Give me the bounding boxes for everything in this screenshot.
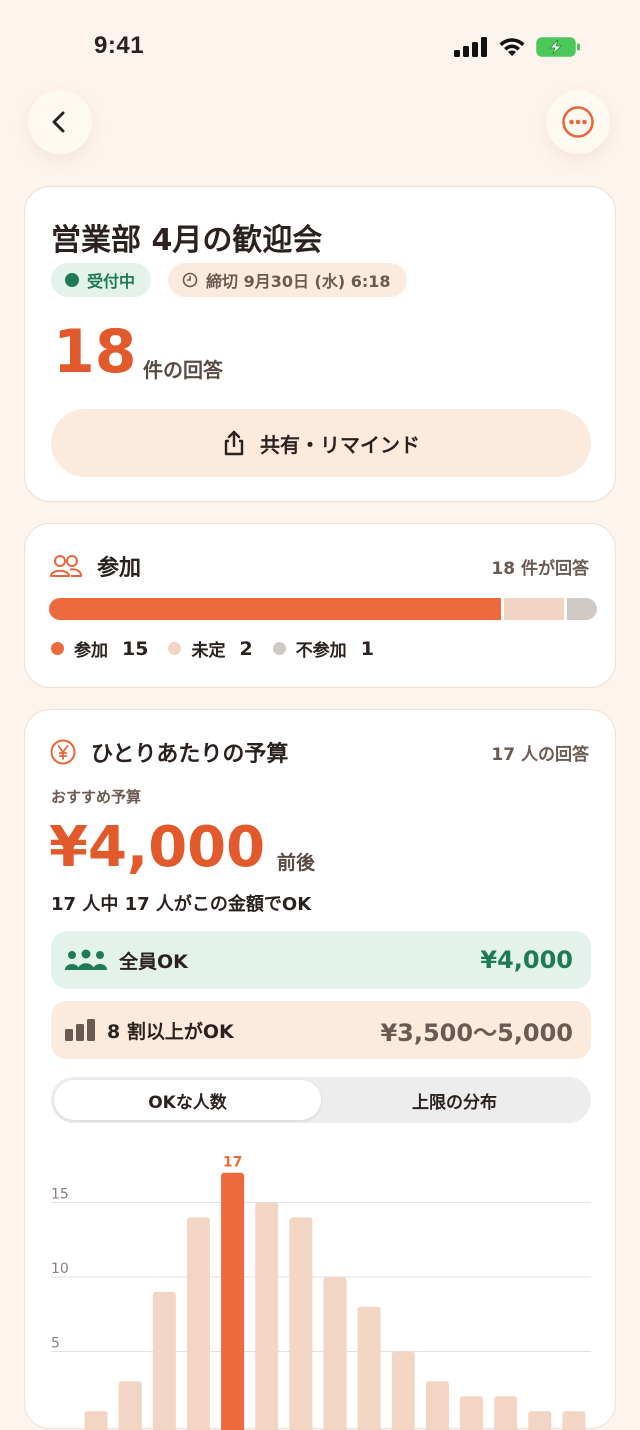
chevron-left-icon [48,110,72,134]
chart-bar[interactable] [460,1396,483,1430]
yen-icon [49,738,77,766]
status-icons [454,36,582,58]
bar-chart-icon [63,1018,97,1042]
response-count-label: 件の回答 [143,354,223,383]
share-remind-button[interactable]: 共有・リマインド [51,409,591,477]
legend-dot [51,642,64,655]
event-title: 営業部 4月の歓迎会 [51,215,322,259]
status-bar: 9:41 [0,0,640,90]
people-icon [49,554,83,578]
all-ok-row: 全員OK ¥4,000 [51,931,591,989]
budget-card: ひとりあたりの予算 17 人の回答 おすすめ予算 ¥4,000 前後 17 人中… [24,709,616,1429]
legend-label: 不参加 [296,636,347,661]
signal-icon [454,37,488,57]
y-tick-label: 5 [51,1336,60,1352]
budget-title: ひとりあたりの予算 [91,736,288,768]
chart-bar[interactable] [392,1352,415,1430]
attendance-bar-segment [49,598,501,620]
group-icon [63,948,109,972]
legend-label: 未定 [191,636,225,661]
legend-label: 参加 [74,636,108,661]
attendance-legend: 参加 15 未定 2 不参加 1 [51,636,374,661]
attendance-title: 参加 [97,550,141,582]
chart-tab-switch: OKな人数 上限の分布 [51,1077,591,1123]
legend-dot [273,642,286,655]
legend-absent: 不参加 1 [273,636,374,661]
back-button[interactable] [28,90,92,154]
battery-icon [536,36,582,58]
chart-bar[interactable] [187,1217,210,1430]
more-icon [561,105,595,139]
tab-limit-distribution[interactable]: 上限の分布 [321,1080,588,1120]
chart-bar[interactable] [528,1411,551,1430]
chart-bar-highlight[interactable] [221,1173,244,1430]
chart-bar[interactable] [358,1307,381,1430]
tab-ok-count[interactable]: OKな人数 [54,1080,321,1120]
recommend-label: おすすめ予算 [51,786,141,807]
deadline-badge: 締切 9月30日 (水) 6:18 [168,263,407,297]
share-icon [222,430,246,456]
status-badge: 受付中 [51,263,151,297]
chart-bar[interactable] [562,1411,585,1430]
legend-value: 15 [122,638,148,660]
legend-value: 2 [239,638,252,660]
event-summary-card: 営業部 4月の歓迎会 受付中 締切 9月30日 (水) 6:18 18 件の回答… [24,186,616,502]
chart-bar[interactable] [324,1277,347,1430]
deadline-label: 締切 9月30日 (水) 6:18 [206,268,391,292]
more-options-button[interactable] [546,90,610,154]
clock-icon [182,272,198,288]
y-tick-label: 10 [51,1261,69,1277]
wifi-icon [498,37,526,57]
legend-value: 1 [361,638,374,660]
y-tick-label: 15 [51,1187,69,1203]
eighty-percent-row: 8 割以上がOK ¥3,500〜5,000 [51,1001,591,1059]
all-ok-value: ¥4,000 [480,946,573,974]
attendance-header: 参加 [49,550,141,582]
attendance-card[interactable]: 参加 18 件が回答 参加 15 未定 2 不参加 1 [24,523,616,688]
recommend-suffix: 前後 [277,848,315,875]
status-time: 9:41 [94,32,144,60]
status-dot-icon [65,273,79,287]
attendance-response-count: 18 件が回答 [491,554,589,579]
attendance-bar [49,598,597,620]
all-ok-label: 全員OK [119,947,480,974]
chart-bar[interactable] [153,1292,176,1430]
eighty-percent-value: ¥3,500〜5,000 [380,1013,573,1048]
budget-bar-chart: 5 10 15 17 [25,1120,617,1430]
attendance-bar-segment [504,598,564,620]
chart-highlight-label: 17 [223,1155,242,1171]
attendance-bar-segment [567,598,597,620]
eighty-percent-label: 8 割以上がOK [107,1017,380,1044]
legend-undecided: 未定 2 [168,636,252,661]
recommend-value: ¥4,000 [49,814,265,882]
legend-dot [168,642,181,655]
chart-bar[interactable] [289,1217,312,1430]
chart-bar[interactable] [426,1381,449,1430]
response-count: 18 [53,317,137,387]
recommend-note: 17 人中 17 人がこの金額でOK [51,890,311,916]
budget-header: ひとりあたりの予算 [49,736,288,768]
chart-bar[interactable] [119,1381,142,1430]
legend-attend: 参加 15 [51,636,148,661]
share-remind-label: 共有・リマインド [260,429,420,458]
status-badge-label: 受付中 [87,268,135,292]
budget-response-count: 17 人の回答 [491,740,589,765]
chart-bar[interactable] [255,1203,278,1430]
chart-bar[interactable] [85,1411,108,1430]
chart-bar[interactable] [494,1396,517,1430]
